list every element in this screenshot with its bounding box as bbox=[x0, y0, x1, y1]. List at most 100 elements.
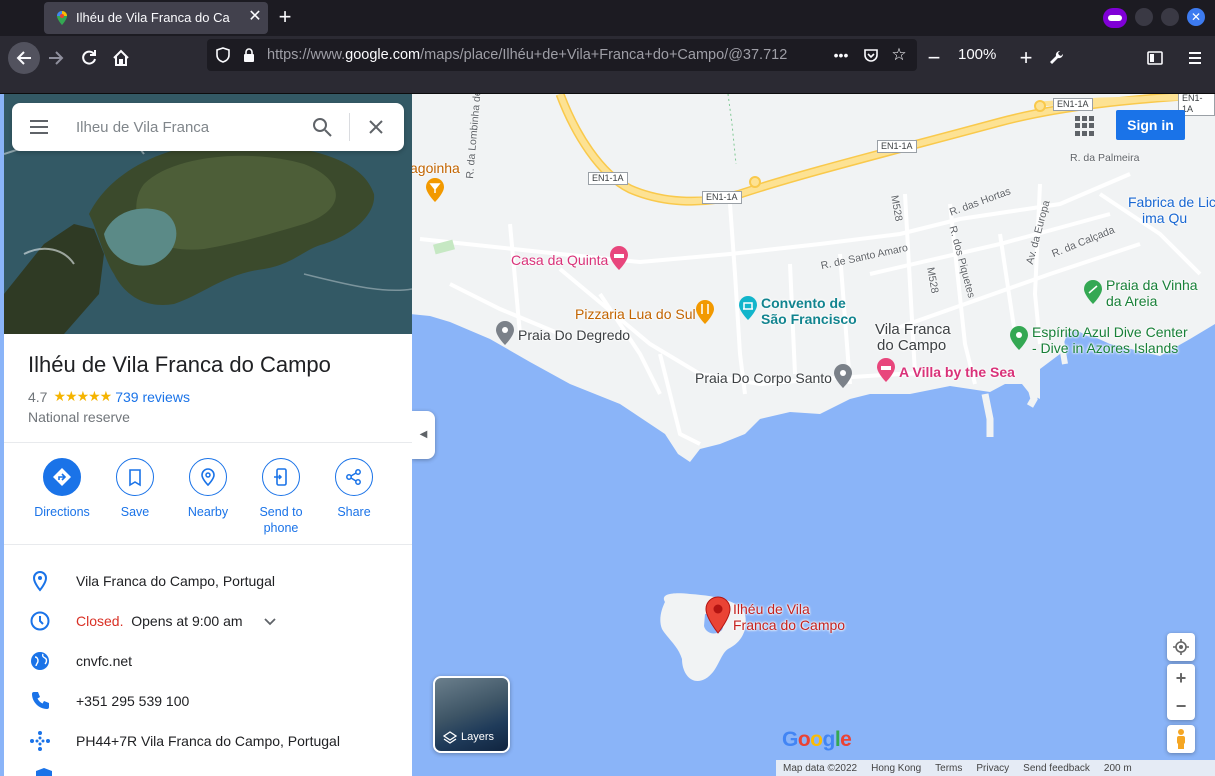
reload-icon bbox=[82, 50, 96, 65]
street-view-pegman-icon[interactable] bbox=[1167, 725, 1195, 753]
poi-label[interactable]: Pizzaria Lua do Sul bbox=[575, 306, 696, 322]
pocket-icon[interactable] bbox=[861, 45, 881, 65]
lock-icon[interactable] bbox=[239, 45, 259, 65]
bookmark-icon bbox=[129, 469, 141, 487]
selected-place-label[interactable]: Ilhéu de Vila bbox=[733, 601, 810, 617]
back-button[interactable] bbox=[8, 42, 40, 74]
close-tab-icon[interactable]: ✕ bbox=[246, 8, 264, 26]
address-bar[interactable]: https://www.google.com/maps/place/Ilhéu+… bbox=[207, 39, 917, 71]
page-actions-icon[interactable]: ••• bbox=[831, 45, 851, 65]
terms-link[interactable]: Terms bbox=[928, 763, 969, 774]
save-button[interactable]: Save bbox=[100, 458, 170, 520]
restaurant-pin-icon[interactable] bbox=[695, 300, 715, 324]
private-browsing-icon bbox=[1103, 8, 1127, 28]
bookmark-star-icon[interactable]: ☆ bbox=[889, 45, 909, 65]
dive-center-pin-icon[interactable] bbox=[1009, 326, 1029, 350]
minimize-button[interactable] bbox=[1135, 8, 1153, 26]
phone-icon bbox=[32, 692, 49, 709]
hamburger-menu-icon[interactable] bbox=[28, 117, 50, 137]
road-shield: EN1-1A bbox=[877, 140, 917, 153]
sidebar-icon[interactable] bbox=[1139, 42, 1171, 74]
landmark-pin-icon[interactable] bbox=[738, 296, 758, 320]
arrow-right-icon bbox=[49, 51, 64, 65]
chevron-down-icon[interactable] bbox=[262, 613, 278, 629]
hotel-pin-icon[interactable] bbox=[609, 246, 629, 270]
hotel-pin-icon[interactable] bbox=[876, 358, 896, 382]
map-zoom-out-button[interactable]: − bbox=[1167, 692, 1195, 720]
search-input[interactable] bbox=[76, 115, 300, 139]
poi-label[interactable]: da Areia bbox=[1106, 293, 1157, 309]
road-shield: EN1-1A bbox=[702, 191, 742, 204]
poi-label[interactable]: A Villa by the Sea bbox=[899, 364, 1015, 380]
poi-label[interactable]: Praia Do Degredo bbox=[518, 327, 630, 343]
poi-label[interactable]: Praia Do Corpo Santo bbox=[695, 370, 832, 386]
layers-icon bbox=[443, 731, 457, 744]
sign-in-button[interactable]: Sign in bbox=[1116, 110, 1185, 140]
navigation-toolbar: https://www.google.com/maps/place/Ilhéu+… bbox=[0, 36, 1215, 94]
zoom-in-button[interactable]: + bbox=[1010, 42, 1042, 74]
phone-row[interactable]: +351 295 539 100 bbox=[4, 681, 412, 721]
home-button[interactable] bbox=[105, 42, 137, 74]
reviews-link[interactable]: 739 reviews bbox=[115, 389, 190, 405]
poi-label[interactable]: agoinha bbox=[410, 160, 460, 176]
window-controls: ✕ bbox=[1103, 8, 1205, 28]
share-button[interactable]: Share bbox=[319, 458, 389, 520]
poi-label[interactable]: ima Qu bbox=[1142, 210, 1187, 226]
directions-button[interactable]: Directions bbox=[27, 458, 97, 520]
place-pin-icon[interactable] bbox=[495, 321, 515, 345]
layers-label: Layers bbox=[461, 731, 495, 743]
new-tab-button[interactable]: + bbox=[274, 6, 296, 28]
layers-button[interactable]: Layers bbox=[433, 676, 510, 753]
zoom-level[interactable]: 100% bbox=[958, 46, 996, 63]
selected-place-pin-icon[interactable] bbox=[704, 596, 732, 634]
bar-pin-icon[interactable] bbox=[425, 178, 445, 202]
maximize-button[interactable] bbox=[1161, 8, 1179, 26]
close-icon[interactable] bbox=[364, 115, 388, 139]
app-menu-icon[interactable] bbox=[1179, 42, 1211, 74]
map-canvas[interactable]: EN1-1A EN1-1A EN1-1A EN1-1A EN1-1A R. da… bbox=[0, 94, 1215, 776]
place-category[interactable]: National reserve bbox=[28, 409, 130, 425]
nearby-label: Nearby bbox=[187, 505, 229, 519]
scale-bar[interactable]: 200 m bbox=[1097, 763, 1139, 774]
phone-number: +351 295 539 100 bbox=[76, 693, 190, 709]
zoom-out-button[interactable]: − bbox=[918, 42, 950, 74]
poi-label[interactable]: Espírito Azul Dive Center bbox=[1032, 324, 1188, 340]
reload-button[interactable] bbox=[73, 42, 105, 74]
close-window-button[interactable]: ✕ bbox=[1187, 8, 1205, 26]
map-zoom-in-button[interactable]: + bbox=[1167, 664, 1195, 692]
beach-pin-icon[interactable] bbox=[1083, 280, 1103, 304]
privacy-link[interactable]: Privacy bbox=[969, 763, 1016, 774]
selected-place-label[interactable]: Franca do Campo bbox=[733, 617, 845, 633]
wrench-icon[interactable] bbox=[1041, 42, 1073, 74]
place-pin-icon[interactable] bbox=[833, 364, 853, 388]
plus-code-row[interactable]: PH44+7R Vila Franca do Campo, Portugal bbox=[4, 721, 412, 761]
star-rating-icon: ★★★★★ bbox=[53, 388, 112, 404]
website-link[interactable]: cnvfc.net bbox=[76, 653, 132, 669]
send-feedback-link[interactable]: Send feedback bbox=[1016, 763, 1097, 774]
collapse-panel-button[interactable]: ◀ bbox=[412, 411, 435, 459]
poi-label[interactable]: Convento de bbox=[761, 295, 846, 311]
place-title: Ilhéu de Vila Franca do Campo bbox=[28, 352, 331, 377]
poi-label[interactable]: Praia da Vinha bbox=[1106, 277, 1198, 293]
poi-label[interactable]: Casa da Quinta bbox=[511, 252, 608, 268]
send-to-phone-button[interactable]: Send to phone bbox=[246, 458, 316, 536]
poi-label[interactable]: Fabrica de Lic bbox=[1128, 194, 1215, 210]
search-icon[interactable] bbox=[310, 115, 334, 139]
website-row[interactable]: cnvfc.net bbox=[4, 641, 412, 681]
poi-label[interactable]: - Dive in Azores Islands bbox=[1032, 340, 1178, 356]
hours-row[interactable]: Closed. Opens at 9:00 am bbox=[4, 601, 412, 641]
browser-tab[interactable]: Ilhéu de Vila Franca do Ca ✕ bbox=[44, 2, 268, 34]
shield-icon[interactable] bbox=[213, 45, 233, 65]
address-row[interactable]: Vila Franca do Campo, Portugal bbox=[4, 561, 412, 601]
home-icon bbox=[113, 49, 129, 66]
google-apps-icon[interactable] bbox=[1075, 116, 1095, 136]
directions-label: Directions bbox=[34, 505, 90, 519]
crosshair-icon bbox=[1173, 639, 1189, 655]
url-text[interactable]: https://www.google.com/maps/place/Ilhéu+… bbox=[267, 47, 827, 63]
nearby-button[interactable]: Nearby bbox=[173, 458, 243, 520]
nearby-icon bbox=[201, 468, 215, 487]
my-location-button[interactable] bbox=[1167, 633, 1195, 661]
region-link[interactable]: Hong Kong bbox=[864, 763, 928, 774]
poi-label[interactable]: São Francisco bbox=[761, 311, 857, 327]
forward-button[interactable] bbox=[40, 42, 72, 74]
